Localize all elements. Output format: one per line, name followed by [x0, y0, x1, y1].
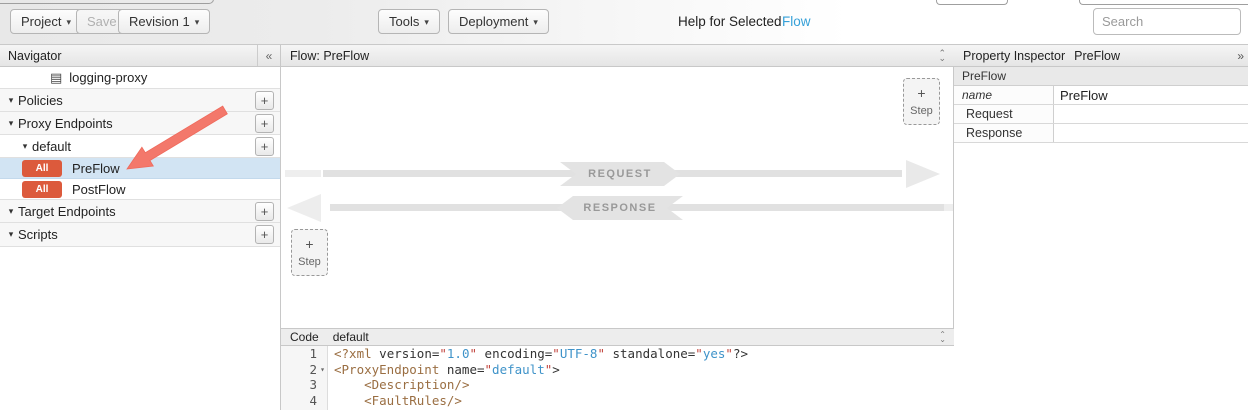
code-editor[interactable]: 1 <?xml version="1.0" encoding="UTF-8" st…: [281, 346, 953, 410]
expand-inspector-button[interactable]: »: [1237, 49, 1244, 63]
sidebar-item-target-endpoints[interactable]: ▾ Target Endpoints +: [0, 200, 280, 223]
add-step-button-response[interactable]: + Step: [291, 229, 328, 276]
plus-icon: +: [305, 237, 313, 252]
chevron-down-icon: ▾: [533, 11, 538, 34]
response-banner: RESPONSE: [557, 196, 683, 220]
add-step-button-request[interactable]: + Step: [903, 78, 940, 125]
collapse-code-panel-button[interactable]: ⌃⌄: [939, 332, 946, 342]
code-line: 3 <Description/>: [281, 377, 953, 393]
all-badge: All: [22, 160, 62, 177]
flow-canvas: [281, 45, 954, 328]
add-script-button[interactable]: +: [255, 225, 274, 244]
proxy-name: logging-proxy: [69, 70, 147, 85]
proxy-list-icon: ▤: [50, 70, 62, 86]
name-value-field[interactable]: PreFlow: [1054, 86, 1248, 104]
inspector-section-preflow: PreFlow: [954, 67, 1248, 86]
code-line: 4 <FaultRules/>: [281, 393, 953, 409]
line-number: 1: [309, 346, 317, 362]
code-line: 1 <?xml version="1.0" encoding="UTF-8" st…: [281, 346, 953, 362]
add-target-endpoint-button[interactable]: +: [255, 202, 274, 221]
sidebar-item-postflow[interactable]: All PostFlow: [0, 179, 280, 200]
add-policy-button[interactable]: +: [255, 91, 274, 110]
sidebar-item-preflow[interactable]: All PreFlow: [0, 158, 280, 179]
fold-marker-empty: [317, 393, 328, 409]
navigator-title: Navigator: [8, 49, 62, 63]
add-flow-button[interactable]: +: [255, 137, 274, 156]
proxy-root-item[interactable]: ▤ logging-proxy: [0, 67, 280, 89]
code-text[interactable]: <?xml version="1.0" encoding="UTF-8" sta…: [328, 346, 748, 362]
request-banner: REQUEST: [560, 162, 680, 186]
response-line-segment: [944, 204, 953, 211]
disclosure-triangle-icon[interactable]: ▾: [4, 118, 18, 129]
inspector-row-request[interactable]: Request: [954, 105, 1248, 124]
inspector-row-response[interactable]: Response: [954, 124, 1248, 143]
fold-marker-icon[interactable]: ▾: [317, 362, 328, 378]
help-for-selected-label: Help for Selected: [678, 14, 782, 29]
project-menu-button[interactable]: Project▾: [10, 9, 82, 34]
add-proxy-endpoint-button[interactable]: +: [255, 114, 274, 133]
tools-menu-button[interactable]: Tools▾: [378, 9, 440, 34]
response-arrowhead-icon: [287, 194, 321, 222]
disclosure-triangle-icon[interactable]: ▾: [4, 206, 18, 217]
help-flow-link[interactable]: Flow: [782, 14, 811, 29]
cutoff-element-edge: [1079, 0, 1248, 5]
code-text[interactable]: <FaultRules/>: [328, 393, 462, 409]
sidebar-item-default-endpoint[interactable]: ▾ default +: [0, 135, 280, 158]
property-inspector-subtitle: PreFlow: [1074, 49, 1120, 63]
revision-menu-button[interactable]: Revision 1▾: [118, 9, 210, 34]
code-text[interactable]: <ProxyEndpoint name="default">: [328, 362, 560, 378]
sidebar-item-proxy-endpoints[interactable]: ▾ Proxy Endpoints +: [0, 112, 280, 135]
disclosure-triangle-icon[interactable]: ▾: [18, 141, 32, 152]
disclosure-triangle-icon[interactable]: ▾: [4, 229, 18, 240]
line-number: 4: [309, 393, 317, 409]
request-value-field[interactable]: [1054, 105, 1248, 123]
flow-panel-header: Flow: PreFlow ⌃⌄: [281, 45, 954, 67]
code-panel-title: Code: [290, 330, 319, 344]
navigator-header: Navigator «: [0, 45, 280, 67]
request-line-segment: [285, 170, 321, 177]
flow-panel-title: Flow: PreFlow: [290, 49, 369, 63]
apigee-proxy-editor: Project▾ Save Revision 1▾ Tools▾ Deploym…: [0, 0, 1248, 410]
cutoff-element-edge: [0, 0, 214, 4]
search-input[interactable]: [1093, 8, 1241, 35]
code-line: 2▾<ProxyEndpoint name="default">: [281, 362, 953, 378]
collapse-sidebar-button[interactable]: «: [257, 45, 280, 66]
plus-icon: +: [917, 86, 925, 101]
deployment-menu-button[interactable]: Deployment▾: [448, 9, 549, 34]
code-tab-default[interactable]: default: [333, 330, 369, 344]
property-inspector-header: Property Inspector PreFlow »: [954, 45, 1248, 67]
chevron-down-icon: ▾: [195, 11, 200, 34]
request-arrowhead-icon: [906, 160, 940, 188]
toolbar: Project▾ Save Revision 1▾ Tools▾ Deploym…: [0, 0, 1248, 45]
all-badge: All: [22, 181, 62, 198]
property-inspector-title: Property Inspector: [963, 49, 1065, 63]
cutoff-element-edge: [936, 0, 1008, 5]
code-panel-header: Code default ⌃⌄: [281, 328, 954, 346]
sidebar-item-scripts[interactable]: ▾ Scripts +: [0, 223, 280, 247]
collapse-flow-panel-button[interactable]: ⌃⌄: [938, 51, 946, 61]
response-value-field[interactable]: [1054, 124, 1248, 142]
fold-marker-empty: [317, 377, 328, 393]
inspector-row-name: name PreFlow: [954, 86, 1248, 105]
navigator-panel: Navigator « ▤ logging-proxy ▾ Policies +…: [0, 45, 281, 410]
chevron-down-icon: ▾: [424, 11, 429, 34]
line-number: 2: [309, 362, 317, 378]
fold-marker-empty: [317, 346, 328, 362]
chevron-down-icon: ▾: [66, 11, 71, 34]
code-text[interactable]: <Description/>: [328, 377, 469, 393]
line-number: 3: [309, 377, 317, 393]
disclosure-triangle-icon[interactable]: ▾: [4, 95, 18, 106]
sidebar-item-policies[interactable]: ▾ Policies +: [0, 89, 280, 112]
